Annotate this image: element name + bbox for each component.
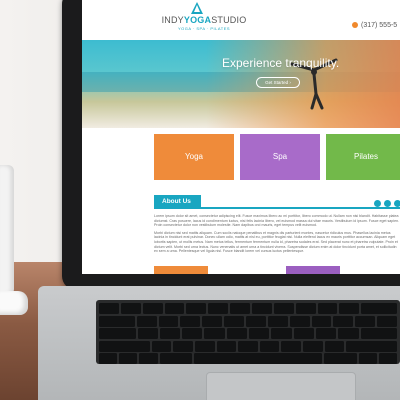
- tile-pilates[interactable]: Pilates: [326, 134, 400, 180]
- brand-prefix: INDY: [161, 15, 184, 25]
- laptop-screen: INDYYOGASTUDIO YOGA · SPA · PILATES (317…: [82, 0, 400, 274]
- site-header: INDYYOGASTUDIO YOGA · SPA · PILATES (317…: [82, 0, 400, 40]
- get-started-button[interactable]: Get Started ›: [256, 77, 300, 88]
- hero-banner: Experience tranquility. Get Started ›: [82, 40, 400, 128]
- cup-body: [0, 165, 14, 295]
- hero-headline: Experience tranquility.: [222, 56, 340, 70]
- about-body: Lorem ipsum dolor sit amet, consectetur …: [154, 214, 400, 257]
- social-links: [374, 200, 400, 207]
- phone-contact[interactable]: (317) 555-5: [352, 22, 397, 29]
- about-section: About Us Lorem ipsum dolor sit amet, con…: [154, 190, 400, 253]
- tile-yoga[interactable]: Yoga: [154, 134, 234, 180]
- about-paragraph: Morbi dictum nisi sed mattis aliquam. Cu…: [154, 230, 398, 254]
- purple-cta-button[interactable]: [286, 266, 340, 274]
- brand-logo[interactable]: INDYYOGASTUDIO: [144, 15, 264, 25]
- facebook-icon[interactable]: [374, 200, 381, 207]
- tile-spa[interactable]: Spa: [240, 134, 320, 180]
- tile-pilates-label: Pilates: [353, 152, 378, 161]
- about-heading: About Us: [154, 195, 201, 208]
- tile-spa-label: Spa: [272, 152, 288, 161]
- orange-cta-button[interactable]: [154, 266, 208, 274]
- brand-bold: YOGA: [183, 15, 212, 25]
- about-paragraph: Lorem ipsum dolor sit amet, consectetur …: [154, 214, 400, 228]
- cup-base: [0, 291, 28, 315]
- brand-tagline: YOGA · SPA · PILATES: [177, 26, 231, 31]
- twitter-icon[interactable]: [384, 200, 391, 207]
- service-tiles: Yoga Spa Pilates: [154, 134, 400, 180]
- tile-yoga-label: Yoga: [185, 152, 203, 161]
- brand-suffix: STUDIO: [211, 15, 247, 25]
- phone-icon: [352, 22, 358, 29]
- white-cup: [0, 165, 30, 315]
- laptop-trackpad: [206, 372, 356, 400]
- lotus-logo-icon: [191, 2, 203, 14]
- get-started-label: Get Started: [265, 80, 289, 85]
- instagram-icon[interactable]: [394, 200, 400, 207]
- laptop-keyboard: [96, 300, 400, 364]
- phone-number: (317) 555-5: [361, 22, 398, 29]
